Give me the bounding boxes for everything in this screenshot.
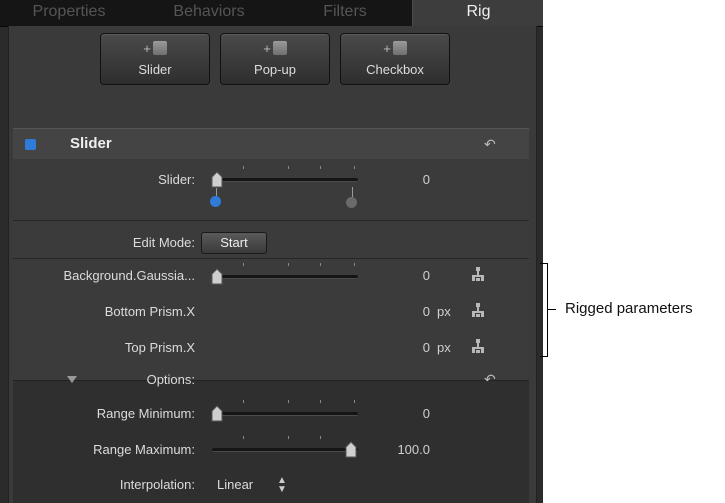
slider-value[interactable]: 0	[380, 172, 430, 187]
rigged-param-value[interactable]: 0	[380, 304, 430, 319]
plus-label: +	[263, 41, 271, 56]
slider-tick	[243, 436, 244, 439]
snapshot-pin	[216, 188, 217, 196]
edit-mode-start-button[interactable]: Start	[201, 232, 267, 254]
slider-widget-header[interactable]: Slider ↶	[13, 128, 529, 160]
slider-tick	[354, 263, 355, 266]
slider-widget-icon	[152, 41, 167, 55]
edit-mode-label: Edit Mode:	[132, 235, 195, 250]
rigged-parameters-bracket	[540, 263, 548, 357]
slider-tick	[354, 166, 355, 169]
add-slider-label: Slider	[138, 62, 172, 77]
slider-tick	[243, 400, 244, 403]
tab-behaviors[interactable]: Behaviors	[150, 0, 268, 26]
snapshot-pin	[352, 187, 353, 197]
widget-color-swatch	[25, 139, 36, 150]
range-minimum-track[interactable]	[212, 412, 358, 416]
slider-row-label: Slider:	[158, 172, 195, 187]
rigged-param-value[interactable]: 0	[380, 340, 430, 355]
tab-rig[interactable]: Rig	[412, 0, 543, 26]
add-checkbox-label: Checkbox	[366, 62, 424, 77]
widget-title: Slider	[70, 135, 112, 152]
range-maximum-value[interactable]: 100.0	[370, 442, 430, 457]
slider-tick	[288, 263, 289, 266]
slider-tick	[288, 436, 289, 439]
interpolation-label: Interpolation:	[119, 477, 195, 492]
rig-parameter-icon[interactable]	[471, 266, 485, 282]
add-slider-button[interactable]: + Slider	[100, 33, 210, 85]
rigged-param-slider-track[interactable]	[212, 275, 358, 279]
inspector-tab-bar: Properties Behaviors Filters Rig	[0, 0, 543, 27]
rigged-param-value[interactable]: 0	[380, 268, 430, 283]
range-maximum-track[interactable]	[212, 448, 358, 452]
range-minimum-label: Range Minimum:	[96, 406, 195, 421]
snapshot-marker-gray[interactable]	[346, 197, 357, 208]
tab-properties[interactable]: Properties	[10, 0, 128, 26]
interpolation-popup[interactable]: Linear	[217, 477, 253, 492]
rigged-parameters-callout: Rigged parameters	[565, 300, 693, 317]
callout-leader-line	[547, 309, 556, 310]
slider-tick	[320, 436, 321, 439]
slider-tick	[320, 400, 321, 403]
slider-tick	[288, 166, 289, 169]
checkbox-widget-icon	[392, 41, 407, 55]
plus-label: +	[143, 41, 151, 56]
snapshot-marker-blue[interactable]	[210, 196, 221, 207]
options-label: Options:	[146, 372, 195, 387]
add-checkbox-button[interactable]: + Checkbox	[340, 33, 450, 85]
divider	[13, 220, 529, 221]
tab-filters[interactable]: Filters	[290, 0, 400, 26]
add-popup-label: Pop-up	[254, 62, 296, 77]
rig-parameter-icon[interactable]	[471, 338, 485, 354]
rig-parameter-icon[interactable]	[471, 302, 485, 318]
plus-label: +	[383, 41, 391, 56]
unit-label: px	[437, 304, 451, 319]
divider	[13, 258, 529, 259]
slider-tick	[243, 263, 244, 266]
popup-widget-icon	[272, 41, 287, 55]
popup-arrows-icon[interactable]: ▲ ▼	[277, 476, 287, 495]
slider-tick	[243, 166, 244, 169]
range-minimum-value[interactable]: 0	[380, 406, 430, 421]
unit-label: px	[437, 340, 451, 355]
rigged-param-label: Top Prism.X	[124, 340, 195, 355]
slider-tick	[320, 263, 321, 266]
reset-arrow-icon[interactable]: ↶	[484, 136, 496, 153]
range-maximum-label: Range Maximum:	[93, 442, 195, 457]
rigged-param-label: Bottom Prism.X	[104, 304, 195, 319]
slider-tick	[354, 400, 355, 403]
widget-slider-track[interactable]	[212, 178, 358, 182]
disclosure-triangle-icon[interactable]	[67, 376, 77, 383]
rigged-param-label: Background.Gaussia...	[63, 268, 195, 283]
slider-tick	[320, 166, 321, 169]
inspector-panel: Properties Behaviors Filters Rig + Slide…	[0, 0, 543, 503]
add-popup-button[interactable]: + Pop-up	[220, 33, 330, 85]
options-reset-arrow-icon[interactable]: ↶	[484, 371, 496, 388]
slider-tick	[288, 400, 289, 403]
